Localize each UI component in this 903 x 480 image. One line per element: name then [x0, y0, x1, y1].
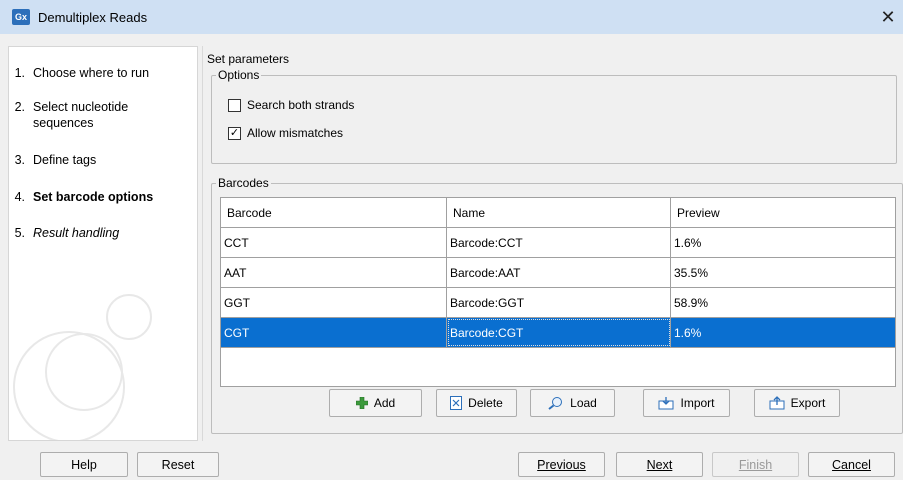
help-button[interactable]: Help: [40, 452, 128, 477]
cancel-button[interactable]: Cancel: [808, 452, 895, 477]
add-button[interactable]: Add: [329, 389, 422, 417]
barcode-cell[interactable]: AAT: [221, 258, 447, 287]
delete-icon: [450, 396, 463, 410]
finish-button[interactable]: Finish: [712, 452, 799, 477]
step-label: Select nucleotide sequences: [33, 100, 129, 130]
table-row[interactable]: CCT Barcode:CCT 1.6%: [221, 228, 895, 258]
barcodes-table: Barcode Name Preview CCT Barcode:CCT 1.6…: [220, 197, 896, 387]
title-bar: Gx Demultiplex Reads ✕: [0, 0, 903, 34]
import-icon: [658, 396, 674, 410]
export-button[interactable]: Export: [754, 389, 840, 417]
allow-mismatches-checkbox[interactable]: ✓ Allow mismatches: [228, 126, 343, 140]
barcodes-legend: Barcodes: [218, 176, 269, 190]
column-header-name[interactable]: Name: [447, 198, 671, 227]
barcode-cell[interactable]: CGT: [221, 318, 447, 347]
wizard-steps-panel: 1. Choose where to run 2. Select nucleot…: [8, 46, 198, 441]
next-button[interactable]: Next: [616, 452, 703, 477]
step-label: Set barcode options: [33, 190, 154, 204]
decorative-watermark-icon: [13, 294, 152, 440]
name-cell[interactable]: Barcode:CCT: [447, 228, 671, 257]
app-icon: Gx: [12, 9, 30, 25]
panel-divider: [202, 46, 203, 441]
step-select-nucleotide-sequences: 2. Select nucleotide sequences: [9, 99, 183, 131]
name-cell[interactable]: Barcode:CGT: [447, 318, 671, 347]
export-icon: [769, 396, 785, 410]
barcode-cell[interactable]: GGT: [221, 288, 447, 317]
preview-cell: 58.9%: [674, 295, 709, 310]
table-row[interactable]: AAT Barcode:AAT 35.5%: [221, 258, 895, 288]
options-group: Options: [211, 68, 897, 164]
step-define-tags: 3. Define tags: [9, 152, 183, 168]
table-header: Barcode Name Preview: [221, 198, 895, 228]
table-row-selected[interactable]: CGT Barcode:CGT 1.6%: [221, 318, 895, 348]
table-row[interactable]: GGT Barcode:GGT 58.9%: [221, 288, 895, 318]
allow-mismatches-label: Allow mismatches: [247, 126, 344, 140]
step-choose-where-to-run: 1. Choose where to run: [9, 65, 183, 81]
column-header-barcode[interactable]: Barcode: [221, 198, 447, 227]
checkbox-unchecked-icon[interactable]: [228, 98, 241, 112]
preview-cell: 35.5%: [674, 265, 709, 280]
preview-cell: 1.6%: [674, 235, 702, 250]
plus-icon: [355, 397, 368, 409]
step-set-barcode-options: 4. Set barcode options: [9, 189, 183, 205]
name-cell[interactable]: Barcode:GGT: [447, 288, 671, 317]
column-header-preview[interactable]: Preview: [671, 198, 895, 227]
delete-button[interactable]: Delete: [436, 389, 517, 417]
search-both-strands-label: Search both strands: [247, 98, 355, 112]
checkbox-checked-icon[interactable]: ✓: [228, 126, 241, 140]
load-magnifier-icon: [548, 396, 564, 410]
load-button[interactable]: Load: [530, 389, 615, 417]
search-both-strands-checkbox[interactable]: Search both strands: [228, 98, 354, 112]
step-label: Choose where to run: [33, 66, 150, 80]
barcode-cell[interactable]: CCT: [221, 228, 447, 257]
options-legend: Options: [218, 68, 260, 82]
name-cell[interactable]: Barcode:AAT: [447, 258, 671, 287]
window-title: Demultiplex Reads: [38, 9, 148, 25]
step-label: Result handling: [33, 226, 120, 240]
close-icon[interactable]: ✕: [873, 0, 903, 34]
import-button[interactable]: Import: [643, 389, 730, 417]
preview-cell: 1.6%: [674, 325, 702, 340]
step-label: Define tags: [33, 153, 97, 167]
previous-button[interactable]: Previous: [518, 452, 605, 477]
page-title: Set parameters: [207, 52, 290, 66]
reset-button[interactable]: Reset: [137, 452, 219, 477]
step-result-handling: 5. Result handling: [9, 225, 183, 241]
